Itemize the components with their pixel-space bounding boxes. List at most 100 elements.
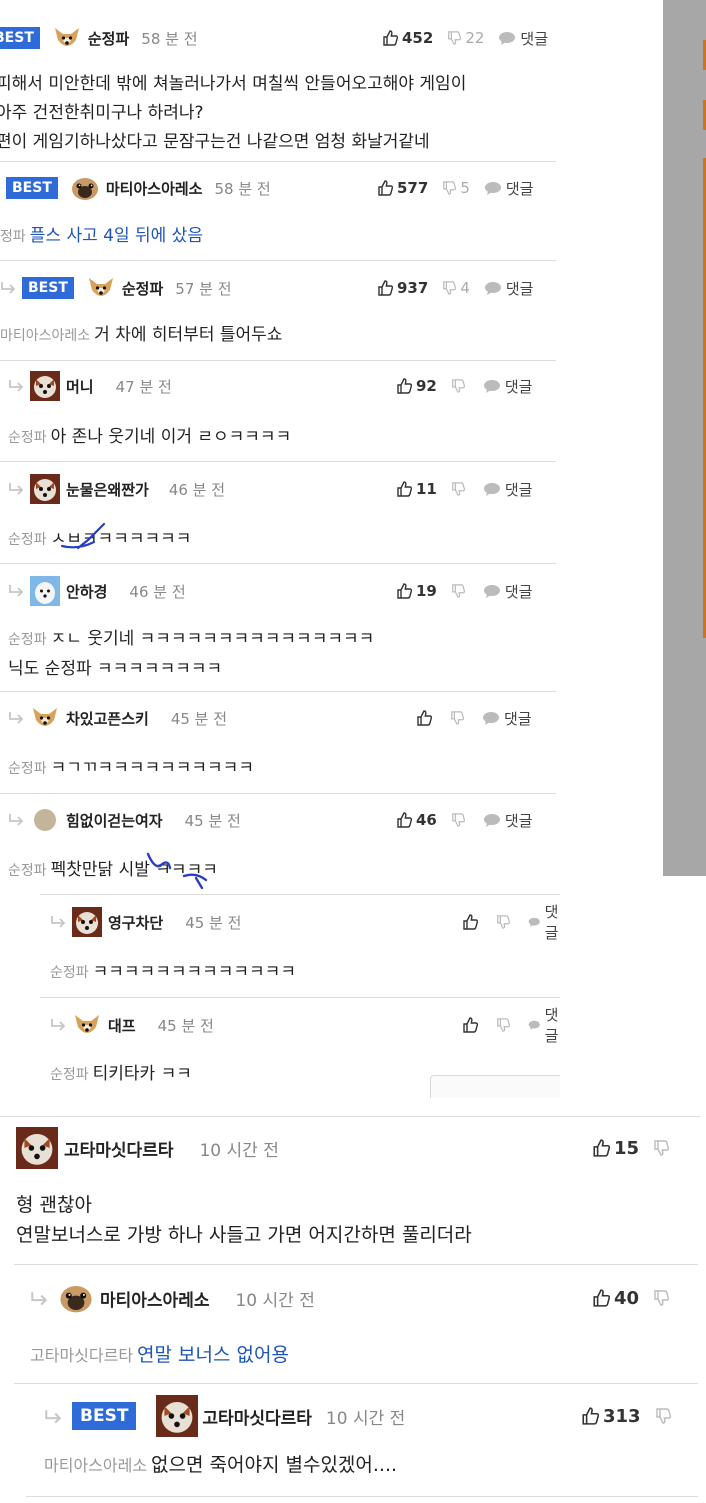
username[interactable]: 마티아스아레소 [100,1286,209,1311]
timestamp: 47 분 전 [115,377,172,396]
like-button[interactable]: 92 [396,377,437,395]
reply-arrow-icon [0,281,16,295]
floating-toolbar[interactable] [430,1075,560,1098]
like-button[interactable]: 937 [377,279,428,297]
thumbs-down-icon [654,1290,670,1306]
username[interactable]: 마티아스아레소 [106,178,203,199]
reply-to[interactable]: 마티아스아레소 [0,328,90,344]
dislike-button[interactable] [451,482,469,496]
like-button[interactable]: 313 [581,1406,641,1427]
like-button[interactable]: 40 [592,1288,639,1309]
username[interactable]: 힘없이걷는여자 [66,810,163,831]
username[interactable]: 머니 [66,376,94,397]
dislike-button[interactable] [653,1290,673,1306]
dislike-button[interactable] [655,1408,675,1424]
dog-avatar-icon [72,1010,102,1040]
thumbs-down-icon [452,813,465,827]
username[interactable]: 순정파 [88,28,129,49]
username[interactable]: 순정파 [122,278,163,299]
dislike-button[interactable]: 4 [442,279,470,297]
comment-header: 눈물은왜짠가 46 분 전 [8,469,225,509]
reply-button[interactable]: 댓글 [498,28,548,49]
divider [14,1383,698,1384]
reply-to[interactable]: 순정파 [8,863,47,879]
like-button[interactable] [462,914,482,930]
reply-button[interactable]: 댓글 [483,376,532,397]
like-button[interactable]: 11 [396,480,437,498]
comment-stats: 19 댓글 [382,571,532,611]
best-badge: BEST [72,1402,137,1430]
reply-button[interactable]: 댓글 [528,901,560,943]
reply-button[interactable]: 댓글 [483,479,532,500]
reply-button[interactable]: 댓글 [483,581,533,602]
comment-stats: 577 5 댓글 [363,168,533,208]
username[interactable]: 눈물은왜짠가 [66,479,149,500]
comment-body: 순정파 펙찻만닭 시발 ㅋㅋㅋㅋ [8,856,556,886]
like-button[interactable] [462,1017,482,1033]
like-button[interactable]: 452 [382,29,433,47]
comment-body: 순정파 ㅋㅋㅋㅋㅋㅋㅋㅋㅋㅋㅋㅋㅋ [50,958,556,988]
username[interactable]: 고타마싯다르타 [64,1136,173,1161]
reply-button[interactable]: 댓글 [484,178,533,199]
reply-to[interactable]: 순정파 [8,761,47,777]
like-count: 15 [614,1137,640,1159]
like-button[interactable] [416,710,436,726]
thumbs-up-icon [417,710,432,726]
reply-button[interactable]: 댓글 [482,708,532,729]
like-count: 40 [614,1287,640,1309]
username[interactable]: 차있고픈스키 [66,708,149,729]
dislike-button[interactable] [451,813,469,827]
reply-arrow-icon [30,1291,50,1306]
thumbs-up-icon [463,1017,478,1033]
comment-text: ㅈㄴ 웃기네 ㅋㅋㅋㅋㅋㅋㅋㅋㅋㅋㅋㅋㅋㅋㅋ 닉도 순정파 ㅋㅋㅋㅋㅋㅋㅋㅋ [8,629,375,679]
dislike-button[interactable] [451,379,469,393]
thumbs-down-icon [451,711,464,725]
dislike-button[interactable] [450,711,468,725]
reply-arrow-icon [8,711,24,725]
reply-to[interactable]: 고타마싯다르타 [30,1346,133,1365]
reply-button[interactable]: 댓글 [484,278,533,299]
reply-button[interactable]: 댓글 [528,1004,560,1046]
reply-arrow-icon [8,813,24,827]
dislike-button[interactable]: 5 [442,179,470,197]
reply-arrow-icon [44,1409,64,1424]
reply-to[interactable]: 순정파 [50,965,89,981]
like-button[interactable]: 577 [377,179,428,197]
username[interactable]: 대프 [108,1015,136,1036]
dislike-button[interactable]: 22 [447,29,484,47]
username[interactable]: 고타마싯다르타 [202,1404,311,1429]
dislike-button[interactable] [496,915,514,929]
reply-label: 댓글 [504,582,533,601]
username[interactable]: 영구차단 [108,912,163,933]
comment-header: 대프 45 분 전 [50,1005,214,1045]
comment-body: 피해서 미안한데 밖에 쳐놀러나가서 며칠씩 안들어오고해야 게임이 아주 건전… [0,70,556,157]
comment-body: 순정파 ㅈㄴ 웃기네 ㅋㅋㅋㅋㅋㅋㅋㅋㅋㅋㅋㅋㅋㅋㅋ 닉도 순정파 ㅋㅋㅋㅋㅋㅋㅋ… [8,625,556,684]
reply-button[interactable]: 댓글 [483,810,532,831]
speech-bubble-icon [484,282,501,295]
fox-avatar-icon [72,907,102,937]
reply-label: 댓글 [544,903,559,942]
reply-to[interactable]: 순정파 [8,430,47,446]
comment-header: 힘없이걷는여자 45 분 전 [8,800,241,840]
thumbs-down-icon [443,181,457,195]
reply-to[interactable]: 순정파 [8,532,47,548]
like-button[interactable]: 46 [396,811,437,829]
side-panel [663,0,706,876]
reply-to[interactable]: 순정파 [50,1067,89,1083]
divider [0,691,556,692]
comment-stats: 937 4 댓글 [363,268,533,308]
like-button[interactable]: 15 [592,1138,639,1159]
reply-to[interactable]: 순정파 [8,632,47,648]
timestamp: 10 시간 전 [325,1408,406,1429]
comment-stats: 40 [578,1278,673,1318]
reply-arrow-icon [8,482,24,496]
reply-to[interactable]: 정파 [0,229,26,245]
dislike-button[interactable] [653,1140,673,1156]
dislike-count: 5 [460,179,470,197]
dislike-button[interactable] [451,584,469,598]
like-button[interactable]: 19 [396,582,437,600]
reply-to[interactable]: 마티아스아레소 [44,1456,147,1475]
dislike-button[interactable] [496,1018,514,1032]
fox-avatar-icon [30,474,60,504]
username[interactable]: 안하경 [66,581,107,602]
